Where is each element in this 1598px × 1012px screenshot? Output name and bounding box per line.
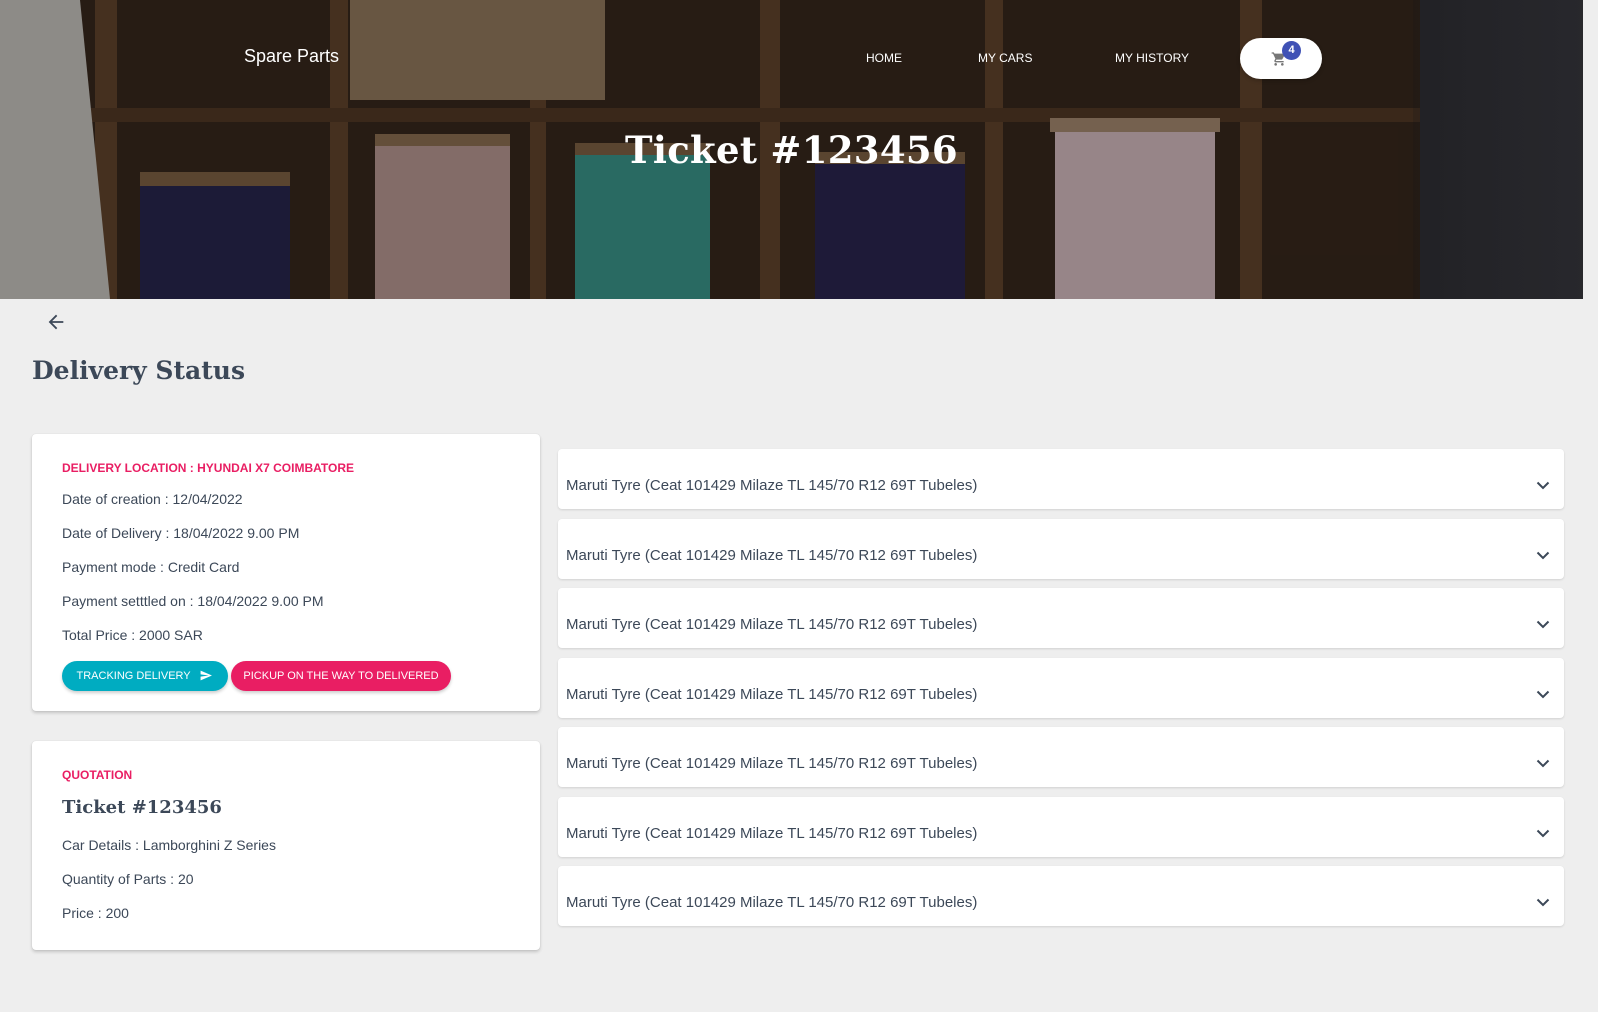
car-details: Car Details : Lamborghini Z Series xyxy=(62,837,276,853)
part-accordion-item[interactable]: Maruti Tyre (Ceat 101429 Milaze TL 145/7… xyxy=(558,658,1564,718)
part-title: Maruti Tyre (Ceat 101429 Milaze TL 145/7… xyxy=(566,825,978,842)
date-of-delivery: Date of Delivery : 18/04/2022 9.00 PM xyxy=(62,525,300,541)
chevron-down-icon xyxy=(1536,620,1550,629)
part-accordion-item[interactable]: Maruti Tyre (Ceat 101429 Milaze TL 145/7… xyxy=(558,449,1564,509)
date-of-creation: Date of creation : 12/04/2022 xyxy=(62,491,243,507)
chevron-down-icon xyxy=(1536,690,1550,699)
part-title: Maruti Tyre (Ceat 101429 Milaze TL 145/7… xyxy=(566,547,978,564)
part-accordion-item[interactable]: Maruti Tyre (Ceat 101429 Milaze TL 145/7… xyxy=(558,588,1564,648)
total-price: Total Price : 2000 SAR xyxy=(62,627,203,643)
payment-mode: Payment mode : Credit Card xyxy=(62,559,240,575)
cart-count-badge: 4 xyxy=(1282,41,1301,60)
part-accordion-item[interactable]: Maruti Tyre (Ceat 101429 Milaze TL 145/7… xyxy=(558,727,1564,787)
part-accordion-item[interactable]: Maruti Tyre (Ceat 101429 Milaze TL 145/7… xyxy=(558,866,1564,926)
nav-home[interactable]: HOME xyxy=(866,51,902,65)
brand-logo-text[interactable]: Spare Parts xyxy=(244,46,339,67)
payment-settled-on: Payment setttled on : 18/04/2022 9.00 PM xyxy=(62,593,324,609)
quotation-price: Price : 200 xyxy=(62,905,129,921)
quantity-of-parts: Quantity of Parts : 20 xyxy=(62,871,194,887)
back-arrow-icon[interactable] xyxy=(44,311,68,333)
chevron-down-icon xyxy=(1536,481,1550,490)
tracking-delivery-button[interactable]: TRACKING DELIVERY xyxy=(62,661,228,691)
chevron-down-icon xyxy=(1536,829,1550,838)
chevron-down-icon xyxy=(1536,551,1550,560)
delivery-location-label: DELIVERY LOCATION : HYUNDAI X7 COIMBATOR… xyxy=(62,461,355,475)
nav-my-cars[interactable]: MY CARS xyxy=(978,51,1032,65)
chevron-down-icon xyxy=(1536,898,1550,907)
chevron-down-icon xyxy=(1536,759,1550,768)
cart-button[interactable]: 4 xyxy=(1240,38,1322,79)
tracking-delivery-label: TRACKING DELIVERY xyxy=(76,670,191,682)
send-icon xyxy=(201,670,213,680)
section-title: Delivery Status xyxy=(32,356,246,385)
delivery-status-card: DELIVERY LOCATION : HYUNDAI X7 COIMBATOR… xyxy=(32,434,540,711)
part-accordion-item[interactable]: Maruti Tyre (Ceat 101429 Milaze TL 145/7… xyxy=(558,519,1564,579)
quotation-ticket-heading: Ticket #123456 xyxy=(62,797,222,818)
part-title: Maruti Tyre (Ceat 101429 Milaze TL 145/7… xyxy=(566,755,978,772)
page-title: Ticket #123456 xyxy=(625,128,958,172)
quotation-card: QUOTATION Ticket #123456 Car Details : L… xyxy=(32,741,540,950)
part-title: Maruti Tyre (Ceat 101429 Milaze TL 145/7… xyxy=(566,477,978,494)
nav-my-history[interactable]: MY HISTORY xyxy=(1115,51,1189,65)
part-title: Maruti Tyre (Ceat 101429 Milaze TL 145/7… xyxy=(566,894,978,911)
part-title: Maruti Tyre (Ceat 101429 Milaze TL 145/7… xyxy=(566,616,978,633)
quotation-label: QUOTATION xyxy=(62,768,133,782)
pickup-status-button[interactable]: PICKUP ON THE WAY TO DELIVERED xyxy=(231,661,451,691)
part-accordion-item[interactable]: Maruti Tyre (Ceat 101429 Milaze TL 145/7… xyxy=(558,797,1564,857)
part-title: Maruti Tyre (Ceat 101429 Milaze TL 145/7… xyxy=(566,686,978,703)
